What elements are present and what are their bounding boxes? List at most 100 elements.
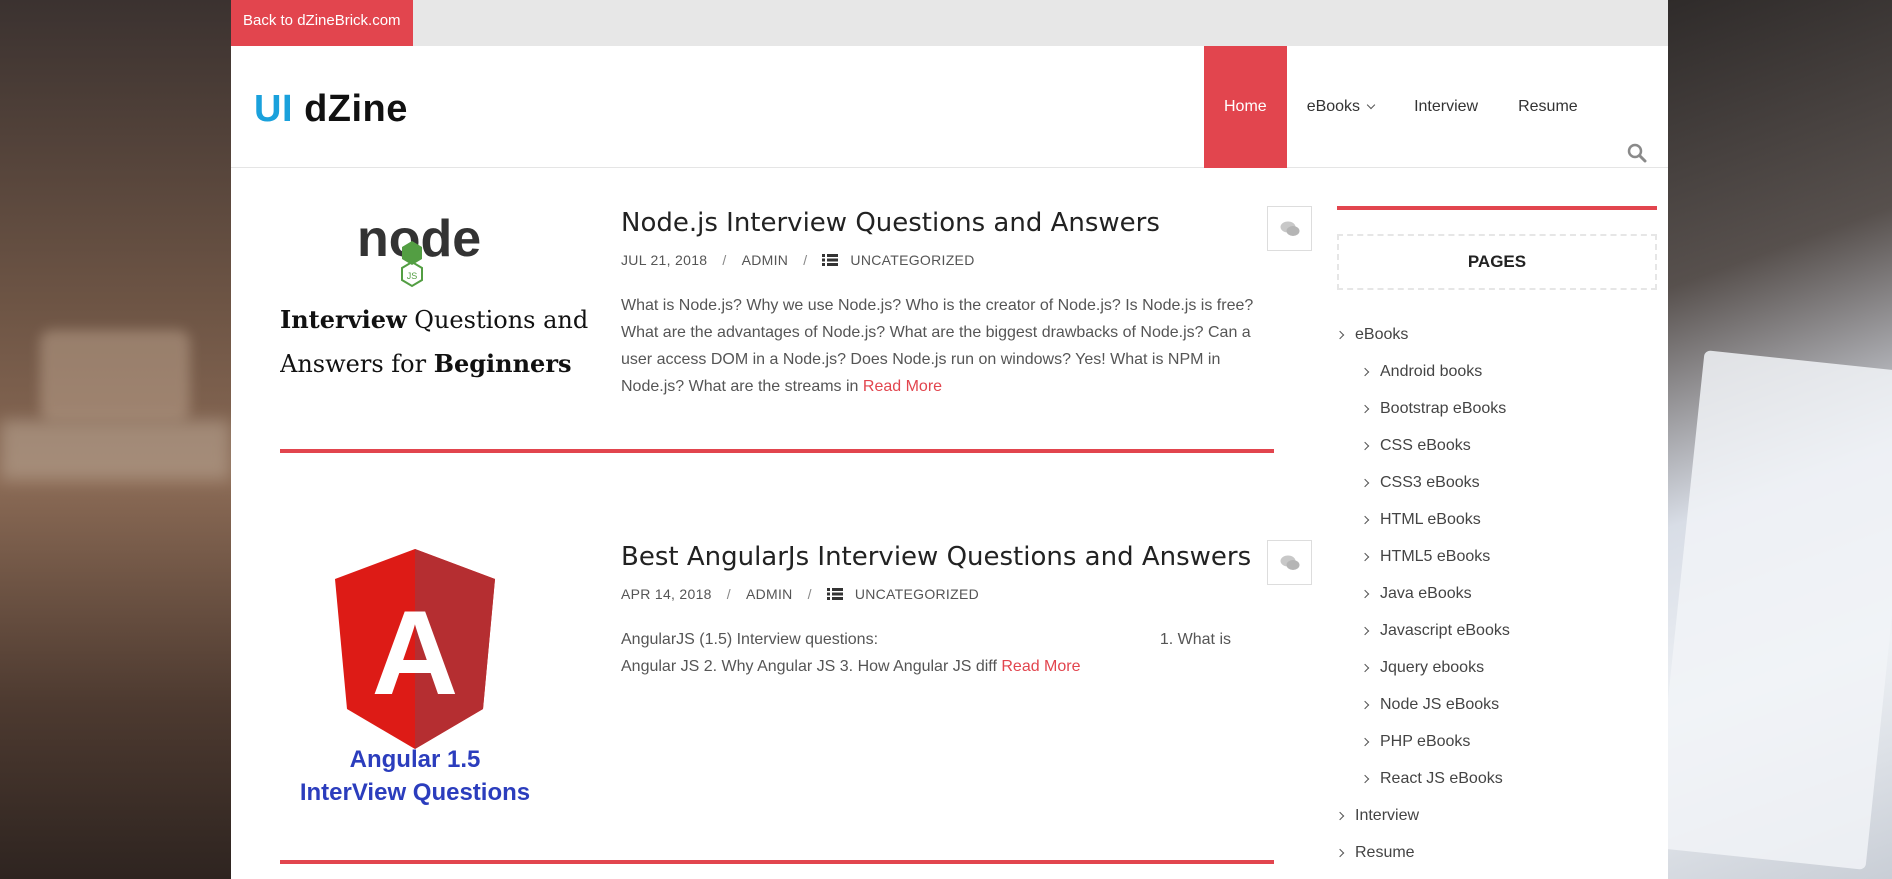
post-meta: JUL 21, 2018 / ADMIN / UNCATEGORIZED (621, 252, 975, 268)
chevron-right-icon (1335, 848, 1345, 857)
angular-letter: A (372, 586, 459, 720)
list-icon (826, 588, 843, 600)
comments-button[interactable] (1267, 540, 1312, 585)
sidebar-item-bootstrap-ebooks[interactable]: Bootstrap eBooks (1337, 390, 1657, 427)
comment-icon (1280, 555, 1299, 570)
page: Back to dZineBrick.com UI dZine Home eBo… (231, 0, 1668, 879)
thumb-line-1: Interview Questions and (280, 305, 588, 334)
nav-item-interview[interactable]: Interview (1394, 46, 1498, 168)
post-thumbnail[interactable]: node JS Interview Questions and Answers … (280, 200, 597, 380)
excerpt-text: Angular JS 2. Why Angular JS 3. How Angu… (621, 658, 997, 675)
post-meta: APR 14, 2018 / ADMIN / UNCATEGORIZED (621, 586, 979, 602)
sidebar-item-interview[interactable]: Interview (1335, 797, 1657, 834)
sidebar-item-label: Javascript eBooks (1380, 621, 1510, 639)
search-icon[interactable] (1627, 143, 1647, 163)
back-to-site-link[interactable]: Back to dZineBrick.com (231, 0, 413, 46)
topbar: Back to dZineBrick.com (231, 0, 1668, 46)
sidebar-item-javascript-ebooks[interactable]: Javascript eBooks (1337, 612, 1657, 649)
sidebar-item-php-ebooks[interactable]: PHP eBooks (1337, 723, 1657, 760)
sidebar-item-label: Interview (1355, 806, 1420, 824)
read-more-link[interactable]: Read More (1001, 658, 1080, 675)
chevron-down-icon (1366, 100, 1376, 110)
thumb-line-1: Angular 1.5 (350, 746, 481, 773)
sidebar-item-label: CSS3 eBooks (1380, 473, 1480, 491)
meta-separator: / (726, 586, 731, 602)
chevron-right-icon (1360, 367, 1370, 376)
comments-button[interactable] (1267, 206, 1312, 251)
post-divider (280, 860, 1274, 864)
sidebar-item-label: Java eBooks (1380, 584, 1472, 602)
post-category[interactable]: UNCATEGORIZED (850, 252, 974, 268)
sidebar-heading: PAGES (1337, 234, 1657, 290)
chevron-right-icon (1360, 441, 1370, 450)
sidebar-item-html-ebooks[interactable]: HTML eBooks (1337, 501, 1657, 538)
background-right (1652, 0, 1892, 879)
main-nav: Home eBooks Interview Resume (1204, 46, 1598, 168)
post-author[interactable]: ADMIN (742, 252, 789, 268)
sidebar-item-label: Node JS eBooks (1380, 695, 1500, 713)
sidebar-accent-bar (1337, 206, 1657, 210)
post-divider (280, 449, 1274, 453)
read-more-link[interactable]: Read More (863, 378, 942, 395)
nav-label: Resume (1518, 98, 1578, 115)
sidebar-item-java-ebooks[interactable]: Java eBooks (1337, 575, 1657, 612)
chevron-right-icon (1360, 700, 1370, 709)
post-item: node JS Interview Questions and Answers … (280, 200, 1312, 430)
excerpt-text: 1. What is (1159, 631, 1231, 648)
thumb-line-2: Answers for Beginners (280, 349, 571, 378)
post-date[interactable]: JUL 21, 2018 (621, 252, 707, 268)
nav-label: Home (1224, 98, 1267, 115)
site-logo[interactable]: UI dZine (254, 88, 408, 131)
chevron-right-icon (1335, 330, 1345, 339)
chevron-right-icon (1360, 774, 1370, 783)
nav-item-ebooks[interactable]: eBooks (1287, 46, 1394, 168)
nav-item-resume[interactable]: Resume (1498, 46, 1598, 168)
meta-separator: / (807, 586, 812, 602)
post-item: A Angular 1.5 InterView Questions Best A… (280, 534, 1312, 834)
sidebar-item-node-js-ebooks[interactable]: Node JS eBooks (1337, 686, 1657, 723)
sidebar-item-label: Bootstrap eBooks (1380, 399, 1507, 417)
chevron-right-icon (1360, 404, 1370, 413)
chevron-right-icon (1335, 811, 1345, 820)
sidebar-item-css3-ebooks[interactable]: CSS3 eBooks (1337, 464, 1657, 501)
sidebar-item-label: Android books (1380, 362, 1483, 380)
sidebar-item-android-books[interactable]: Android books (1337, 353, 1657, 390)
nav-label: eBooks (1306, 98, 1361, 115)
post-date[interactable]: APR 14, 2018 (621, 586, 712, 602)
meta-separator: / (722, 252, 727, 268)
excerpt-text: AngularJS (1.5) Interview questions: (621, 631, 879, 648)
background-blob (0, 420, 231, 480)
post-excerpt: What is Node.js? Why we use Node.js? Who… (621, 292, 1276, 400)
post-title[interactable]: Best AngularJs Interview Questions and A… (621, 542, 1251, 572)
sidebar-item-jquery-ebooks[interactable]: Jquery ebooks (1337, 649, 1657, 686)
post-category[interactable]: UNCATEGORIZED (855, 586, 979, 602)
excerpt-line: Angular JS 2. Why Angular JS 3. How Angu… (621, 653, 1276, 680)
nav-label: Interview (1414, 98, 1479, 115)
chevron-right-icon (1360, 663, 1370, 672)
background-left (0, 0, 231, 879)
nav-item-home[interactable]: Home (1204, 46, 1287, 168)
chevron-right-icon (1360, 737, 1370, 746)
chevron-right-icon (1360, 552, 1370, 561)
list-icon (822, 254, 839, 266)
pages-tree: eBooks Android books Bootstrap eBooks CSS e… (1335, 316, 1657, 871)
sidebar-item-resume[interactable]: Resume (1335, 834, 1657, 871)
sidebar-item-label: HTML eBooks (1380, 510, 1481, 528)
sidebar-item-ebooks[interactable]: eBooks (1335, 316, 1657, 353)
post-excerpt: AngularJS (1.5) Interview questions: 1. … (621, 626, 1276, 680)
sidebar-item-html5-ebooks[interactable]: HTML5 eBooks (1337, 538, 1657, 575)
meta-separator: / (803, 252, 808, 268)
sidebar-item-css-ebooks[interactable]: CSS eBooks (1337, 427, 1657, 464)
excerpt-line: AngularJS (1.5) Interview questions: 1. … (621, 626, 1231, 653)
logo-dzine-text: dZine (304, 88, 408, 130)
comment-icon (1280, 221, 1299, 236)
post-author[interactable]: ADMIN (746, 586, 793, 602)
sidebar-item-label: CSS eBooks (1380, 436, 1471, 454)
chevron-right-icon (1360, 478, 1370, 487)
sidebar-item-react-js-ebooks[interactable]: React JS eBooks (1337, 760, 1657, 797)
chevron-right-icon (1360, 515, 1370, 524)
post-thumbnail[interactable]: A Angular 1.5 InterView Questions (280, 549, 597, 809)
sidebar: PAGES eBooks Android books Bootstrap eBook… (1335, 206, 1657, 871)
post-title[interactable]: Node.js Interview Questions and Answers (621, 208, 1160, 238)
background-blob (40, 330, 190, 420)
